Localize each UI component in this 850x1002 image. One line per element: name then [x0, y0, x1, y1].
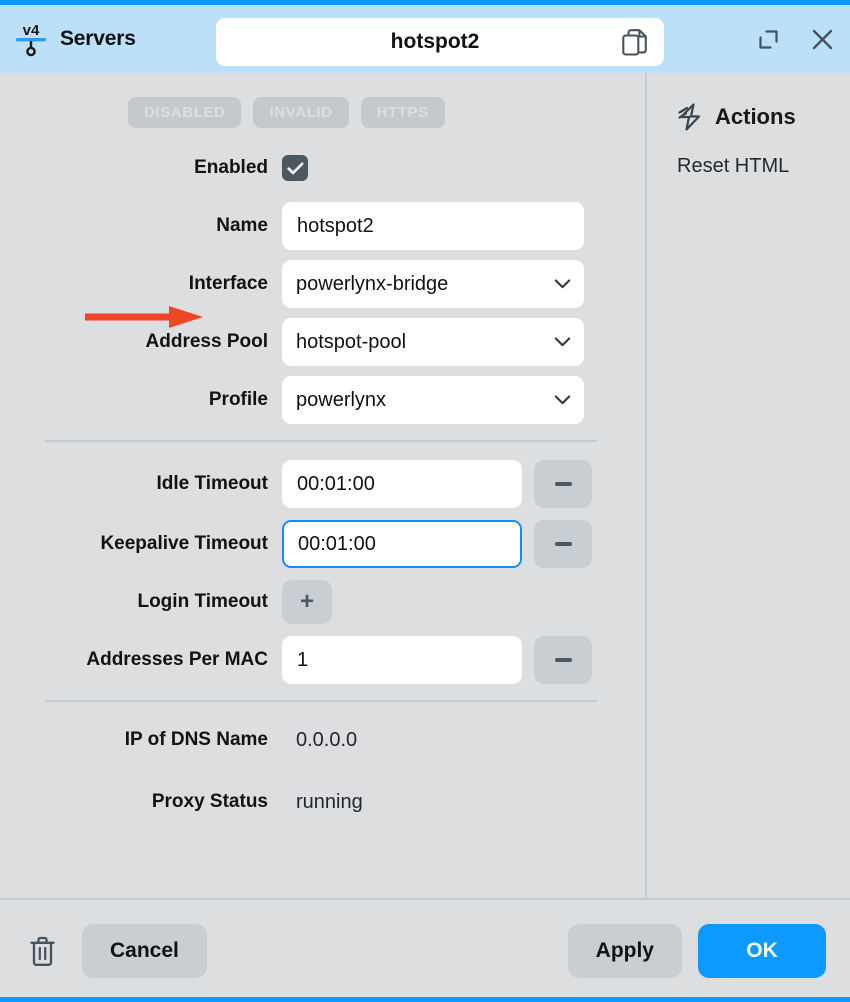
row-name: Name: [0, 202, 645, 250]
row-address-pool: Address Pool hotspot-pool: [0, 318, 645, 366]
row-addresses-per-mac: Addresses Per MAC: [0, 636, 645, 684]
action-reset-html[interactable]: Reset HTML: [677, 155, 850, 178]
keepalive-timeout-input[interactable]: [282, 520, 522, 568]
close-icon[interactable]: [808, 25, 836, 53]
lightning-bolt-icon: [678, 103, 701, 131]
label-keepalive-timeout: Keepalive Timeout: [100, 533, 268, 554]
dialog-footer: Cancel Apply OK: [0, 898, 850, 1002]
profile-select[interactable]: powerlynx: [282, 376, 584, 424]
label-idle-timeout: Idle Timeout: [156, 473, 268, 494]
section-divider-1: [45, 440, 597, 442]
idle-timeout-input[interactable]: [282, 460, 522, 508]
row-proxy-status: Proxy Status running: [0, 782, 645, 822]
addresses-per-mac-input[interactable]: [282, 636, 522, 684]
address-pool-select[interactable]: hotspot-pool: [282, 318, 584, 366]
label-address-pool: Address Pool: [145, 331, 268, 352]
row-interface: Interface powerlynx-bridge: [0, 260, 645, 308]
ip-of-dns-name-value: 0.0.0.0: [296, 728, 358, 751]
row-login-timeout: Login Timeout +: [0, 580, 645, 624]
label-profile: Profile: [208, 389, 268, 410]
minus-icon: [554, 482, 572, 486]
actions-panel: Actions Reset HTML: [647, 73, 850, 898]
label-ip-of-dns-name: IP of DNS Name: [124, 729, 268, 750]
object-name-field[interactable]: hotspot2: [216, 18, 664, 66]
bottom-accent-bar: [0, 997, 850, 1002]
login-timeout-add-button[interactable]: +: [282, 580, 332, 624]
ok-button[interactable]: OK: [698, 924, 826, 978]
server-edit-dialog: v4 Servers hotspot2 DISABLED INVALID HTT…: [0, 0, 850, 1002]
row-enabled: Enabled: [0, 148, 645, 188]
addresses-per-mac-remove-button[interactable]: [534, 636, 592, 684]
section-divider-2: [45, 700, 597, 702]
label-enabled: Enabled: [194, 157, 268, 178]
app-brand: v4 Servers: [14, 20, 136, 58]
label-proxy-status: Proxy Status: [151, 791, 268, 812]
app-title: Servers: [60, 27, 136, 50]
label-login-timeout: Login Timeout: [137, 591, 268, 612]
interface-select[interactable]: powerlynx-bridge: [282, 260, 584, 308]
name-input[interactable]: [282, 202, 584, 250]
actions-header: Actions: [677, 103, 850, 131]
enabled-checkbox[interactable]: [282, 155, 308, 181]
maximize-icon[interactable]: [754, 25, 782, 53]
label-name: Name: [216, 215, 268, 236]
settings-form: DISABLED INVALID HTTPS Enabled Name hots…: [0, 73, 645, 898]
label-interface: Interface: [188, 273, 268, 294]
status-badge-invalid[interactable]: INVALID: [253, 97, 349, 128]
minus-icon: [554, 658, 572, 662]
row-profile: Profile powerlynx: [0, 376, 645, 424]
actions-title: Actions: [715, 104, 796, 129]
cancel-button[interactable]: Cancel: [82, 924, 207, 978]
status-badge-row: DISABLED INVALID HTTPS: [0, 97, 645, 128]
status-badge-disabled[interactable]: DISABLED: [128, 97, 242, 128]
checkmark-icon: [286, 162, 303, 174]
keepalive-timeout-remove-button[interactable]: [534, 520, 592, 568]
dialog-body: DISABLED INVALID HTTPS Enabled Name hots…: [0, 73, 850, 898]
status-badge-https[interactable]: HTTPS: [360, 97, 445, 128]
row-ip-of-dns-name: IP of DNS Name 0.0.0.0: [0, 720, 645, 760]
proxy-status-value: running: [296, 790, 363, 813]
row-keepalive-timeout: Keepalive Timeout: [0, 520, 645, 568]
row-idle-timeout: Idle Timeout: [0, 460, 645, 508]
ipv4-network-icon: v4: [16, 22, 46, 57]
window-controls: [754, 5, 836, 73]
minus-icon: [554, 542, 572, 546]
label-addresses-per-mac: Addresses Per MAC: [86, 649, 268, 670]
svg-text:v4: v4: [23, 22, 40, 39]
title-bar: v4 Servers hotspot2: [0, 5, 850, 73]
apply-button[interactable]: Apply: [567, 924, 682, 978]
idle-timeout-remove-button[interactable]: [534, 460, 592, 508]
object-name-text: hotspot2: [390, 30, 480, 53]
plus-icon: +: [299, 588, 314, 615]
trash-icon[interactable]: [24, 931, 60, 971]
copy-documents-icon[interactable]: [620, 27, 650, 57]
